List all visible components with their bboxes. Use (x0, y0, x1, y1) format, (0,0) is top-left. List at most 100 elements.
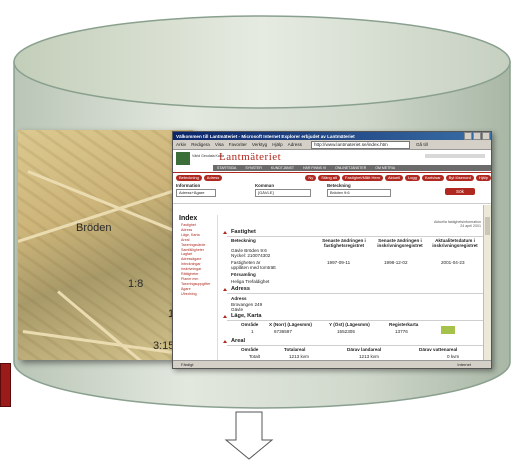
page-content: Index Fastighet Adress Läge, Karta Areal… (173, 205, 491, 361)
section-areal[interactable]: Areal (223, 338, 245, 344)
top-nav: STARTSIDA SYNSTER KUNDTJÄNST HÄR FINNS V… (213, 165, 491, 171)
search-button[interactable]: Sök (445, 188, 475, 195)
col-header: Totalareal (284, 347, 306, 352)
nav-item[interactable]: STARTSIDA (217, 166, 236, 170)
background-map-image: Bröden 1:8 1:2 3:15 (18, 130, 193, 360)
maximize-icon[interactable] (473, 132, 481, 140)
divider (227, 236, 483, 237)
col-header: Y (Öst) (Lägesmm) (329, 322, 370, 327)
col-header: Område (241, 347, 259, 352)
site-header: Värld Geodata Karta Lantmäteriet STARTSI… (173, 150, 491, 173)
stang-button[interactable]: Stäng alt (318, 174, 341, 181)
lage-reg: 13776 (395, 329, 408, 334)
note-line: 24 april 2001 (460, 224, 481, 229)
minimize-icon[interactable] (464, 132, 472, 140)
date-value: 1997-09-11 (327, 260, 351, 265)
map-thumbnail[interactable] (441, 326, 455, 334)
nav-item[interactable]: HÄR FINNS VI (303, 166, 326, 170)
menu-help[interactable]: Hjälp (272, 142, 282, 147)
areal-vatten: 0 kvm (447, 354, 460, 359)
status-zone: Internet (457, 362, 471, 367)
kartvisar-button[interactable]: Kartvisar (421, 174, 444, 181)
menu-file[interactable]: Arkiv (176, 142, 186, 147)
info-note: Aktuella fastighetsinformation 24 april … (434, 220, 481, 229)
section-adress[interactable]: Adress (223, 286, 250, 292)
browser-window: Välkommen till Lantmäteriet - Microsoft … (172, 131, 492, 369)
map-label: Bröden (76, 222, 112, 234)
index-link[interactable]: Utredning (181, 292, 217, 297)
status-text: Färdigt (181, 362, 194, 367)
fastighet-nyckel: Nyckel: 210074302 (231, 253, 271, 258)
col-header: X (Norr) (Lägesmm) (269, 322, 312, 327)
divider (227, 320, 483, 321)
go-button[interactable]: Gå till (416, 142, 428, 147)
index-title: Index (179, 215, 198, 222)
nav-item[interactable]: OM METRIA (375, 166, 395, 170)
address-label: Adress (287, 142, 302, 147)
areal-total: 1213 kvm (289, 354, 309, 359)
map-label: 1:8 (128, 278, 144, 290)
status-bar: Färdigt Internet (173, 360, 491, 368)
lage-omrade: 1 (251, 329, 254, 334)
side-tab (0, 363, 11, 407)
col-header: Registerkarta (389, 322, 419, 327)
col-header: Senaste ändringen i inskrivningsregistre… (377, 238, 423, 248)
brand-name: Lantmäteriet (219, 151, 282, 163)
ny-button[interactable]: Ny (305, 174, 317, 181)
fastighet-button[interactable]: Fastighet/Mått Hem (342, 174, 383, 181)
menu-tools[interactable]: Verktyg (252, 142, 267, 147)
fastighet-note: Fastigheten är upplåten med tomträtt (231, 260, 276, 270)
scroll-thumb[interactable] (485, 217, 490, 235)
nav-item[interactable]: KUNDTJÄNST (271, 166, 294, 170)
kommun-input[interactable]: [GÄVLE] (255, 189, 311, 197)
divider (227, 293, 483, 294)
kommun-label: Kommun (255, 183, 275, 188)
header-search[interactable] (425, 154, 485, 158)
hjalp-button[interactable]: Hjälp (475, 174, 491, 181)
col-header: Därav landareal (347, 347, 382, 352)
search-form: Information Adress+Ägare Kommun [GÄVLE] … (173, 182, 491, 204)
info-label: Information (176, 183, 201, 188)
section-lage[interactable]: Läge, Karta (222, 313, 261, 319)
address-bar[interactable]: http://www.lantmateriet.se/index.htm (310, 140, 410, 149)
close-icon[interactable] (482, 132, 490, 140)
menu-favorites[interactable]: Favoriter (229, 142, 247, 147)
action-toolbar: Beteckning Adress Ny Stäng alt Fastighet… (173, 173, 491, 182)
date-value: 2001-04-23 (441, 260, 465, 265)
title-bar: Välkommen till Lantmäteriet - Microsoft … (173, 132, 491, 140)
divider (227, 345, 483, 346)
beteckning-input[interactable]: Bröden 9:6 (327, 189, 391, 197)
info-select[interactable]: Adress+Ägare (176, 189, 216, 197)
areal-row-label: Totalt (249, 354, 260, 359)
col-header: Senaste ändringen i fastighetsregistret (322, 238, 366, 248)
menu-bar: Arkiv Redigera Visa Favoriter Verktyg Hj… (173, 140, 491, 150)
beteckning-label: Beteckning (327, 183, 351, 188)
adress-line: Gävle (231, 307, 244, 312)
index-sidebar: Index Fastighet Adress Läge, Karta Areal… (173, 215, 218, 361)
menu-edit[interactable]: Redigera (191, 142, 210, 147)
aktuell-button[interactable]: Aktuell (384, 174, 403, 181)
col-header: Aktualitetsdatum i inskrivningsregistret (432, 238, 478, 248)
col-header: Därav vattenareal (419, 347, 458, 352)
main-panel: Aktuella fastighetsinformation 24 april … (219, 205, 483, 361)
nav-item[interactable]: SYNSTER (245, 166, 262, 170)
menu-view[interactable]: Visa (215, 142, 224, 147)
vertical-scrollbar[interactable] (483, 205, 491, 361)
byt-losenord-button[interactable]: Byt lösenord (445, 174, 474, 181)
section-fastighet[interactable]: Fastighet (223, 229, 256, 235)
nav-item[interactable]: ONLINETJÄNSTER (335, 166, 366, 170)
col-header: Område (241, 322, 259, 327)
areal-land: 1213 kvm (359, 354, 379, 359)
logg-button[interactable]: Logg (404, 174, 420, 181)
date-value: 1998-12-02 (384, 260, 408, 265)
col-header: Beteckning (231, 238, 256, 243)
forsamling-label: Församling (231, 272, 256, 277)
forsamling-value: Heliga Trefaldighet (231, 279, 270, 284)
adress-label: Adress (231, 296, 247, 301)
arrow-down-icon (224, 411, 274, 460)
beteckning-button[interactable]: Beteckning (176, 174, 202, 181)
window-title: Välkommen till Lantmäteriet - Microsoft … (176, 133, 355, 139)
logo-icon[interactable] (176, 152, 190, 165)
adress-button[interactable]: Adress (203, 174, 223, 181)
lage-x: 6736597 (274, 329, 292, 334)
